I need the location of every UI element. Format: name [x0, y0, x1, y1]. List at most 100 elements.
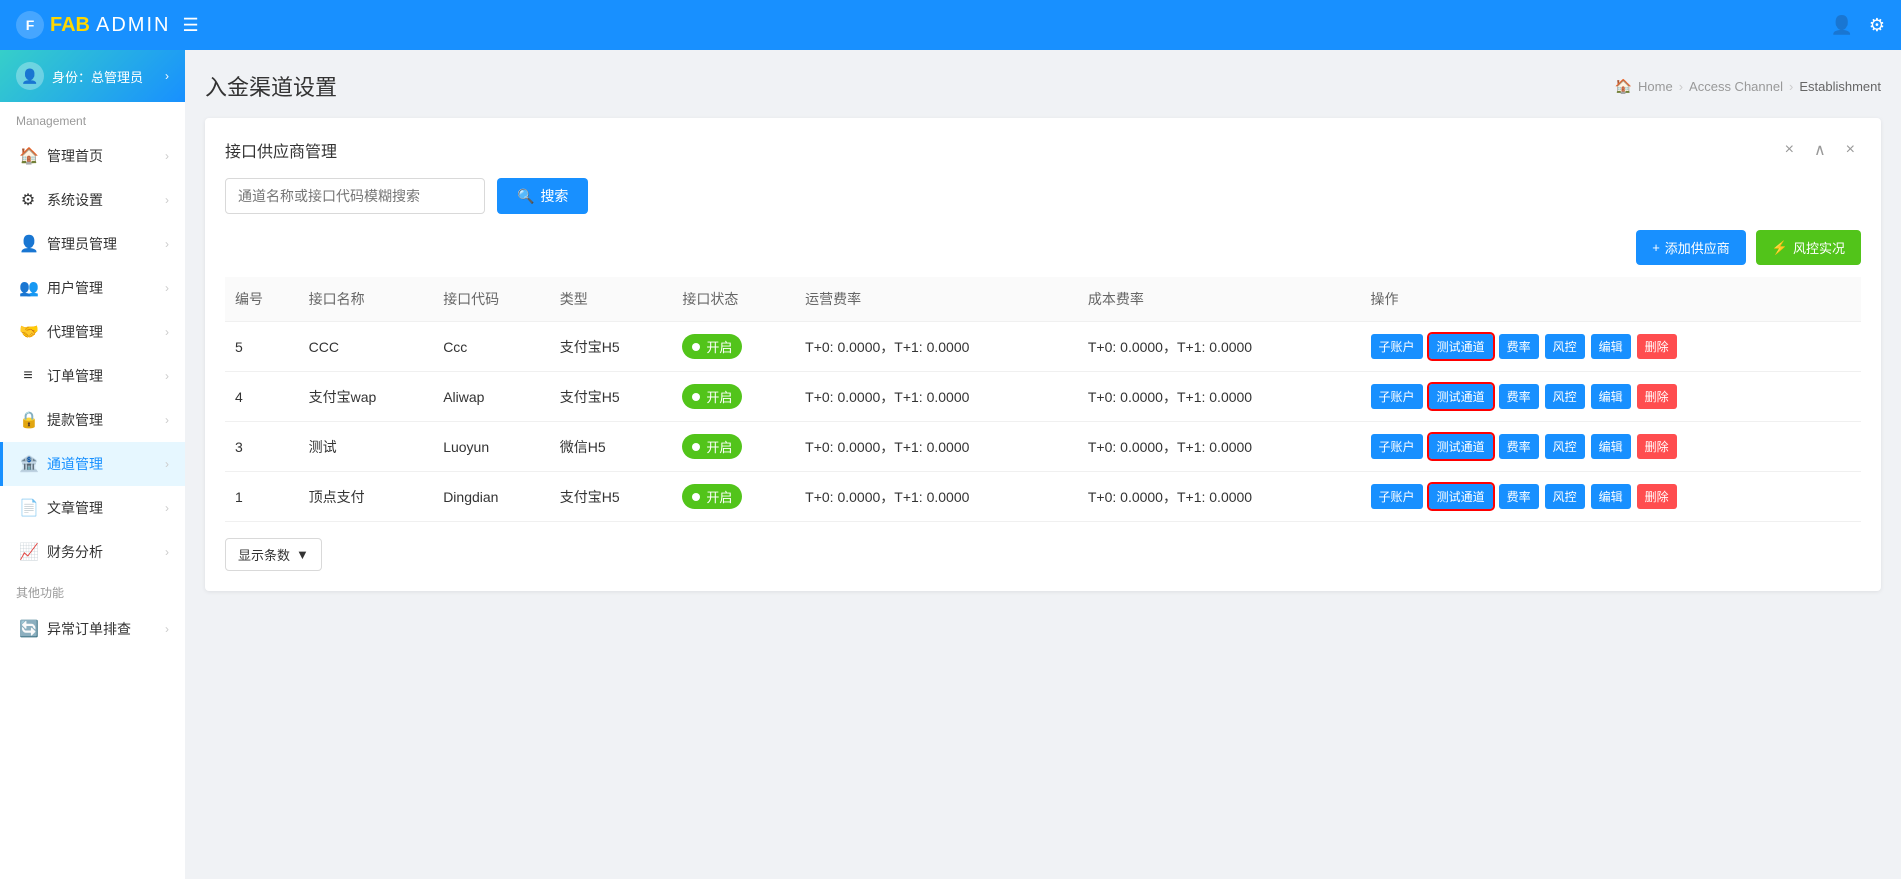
delete-button[interactable]: 删除 — [1637, 384, 1677, 409]
cell-id: 3 — [225, 422, 299, 472]
sidebar-item-agents[interactable]: 🤝 代理管理 › — [0, 310, 185, 354]
breadcrumb-sep2: › — [1789, 79, 1793, 94]
delete-button[interactable]: 删除 — [1637, 484, 1677, 509]
search-button[interactable]: 🔍 搜索 — [497, 178, 588, 214]
breadcrumb: 🏠 Home › Access Channel › Establishment — [1615, 78, 1881, 95]
table-header: 编号 接口名称 接口代码 类型 接口状态 运营费率 成本费率 操作 — [225, 277, 1861, 322]
sidebar-item-orders[interactable]: ≡ 订单管理 › — [0, 354, 185, 398]
card-header-actions: × ∧ × — [1779, 138, 1861, 162]
role-label: 身份：总管理员 — [52, 67, 143, 86]
system-icon: ⚙ — [19, 190, 37, 210]
test-channel-button[interactable]: 测试通道 — [1429, 434, 1493, 459]
breadcrumb-access-channel[interactable]: Access Channel — [1689, 79, 1783, 94]
role-arrow: › — [165, 69, 169, 83]
fee-button[interactable]: 费率 — [1499, 484, 1539, 509]
col-op-rate: 运营费率 — [795, 277, 1078, 322]
sidebar-label-system: 系统设置 — [47, 190, 103, 210]
menu-toggle-icon[interactable]: ☰ — [182, 15, 198, 36]
fee-button[interactable]: 费率 — [1499, 384, 1539, 409]
card-collapse-btn[interactable]: ∧ — [1808, 138, 1832, 162]
home-arrow: › — [165, 149, 169, 163]
main-content: 入金渠道设置 🏠 Home › Access Channel › Establi… — [185, 50, 1901, 879]
sidebar-role[interactable]: 👤 身份：总管理员 › — [0, 50, 185, 102]
action-btns: 子账户 测试通道 费率 风控 编辑 删除 — [1371, 484, 1851, 509]
sidebar-label-users: 用户管理 — [47, 278, 103, 298]
cell-op-rate: T+0: 0.0000，T+1: 0.0000 — [795, 422, 1078, 472]
cell-name: CCC — [299, 322, 434, 372]
sidebar-item-users[interactable]: 👥 用户管理 › — [0, 266, 185, 310]
risk-button[interactable]: 风控 — [1545, 384, 1585, 409]
sidebar-label-withdraw: 提款管理 — [47, 410, 103, 430]
status-dot — [692, 343, 700, 351]
edit-button[interactable]: 编辑 — [1591, 384, 1631, 409]
sidebar-item-abnormal[interactable]: 🔄 异常订单排查 › — [0, 607, 185, 651]
status-badge: 开启 — [682, 484, 742, 509]
pagination-row: 显示条数 ▼ — [225, 538, 1861, 571]
sub-account-button[interactable]: 子账户 — [1371, 434, 1423, 459]
monitor-icon: ⚡ — [1772, 240, 1788, 256]
finance-icon: 📈 — [19, 542, 37, 562]
cell-cost-rate: T+0: 0.0000，T+1: 0.0000 — [1078, 372, 1361, 422]
dropdown-icon: ▼ — [296, 547, 309, 562]
breadcrumb-home[interactable]: Home — [1638, 79, 1673, 94]
sidebar-item-finance[interactable]: 📈 财务分析 › — [0, 530, 185, 574]
sub-account-button[interactable]: 子账户 — [1371, 384, 1423, 409]
test-channel-button[interactable]: 测试通道 — [1429, 334, 1493, 359]
sub-account-button[interactable]: 子账户 — [1371, 334, 1423, 359]
cell-code: Ccc — [433, 322, 550, 372]
sidebar-item-articles[interactable]: 📄 文章管理 › — [0, 486, 185, 530]
sidebar-label-finance: 财务分析 — [47, 542, 103, 562]
cell-cost-rate: T+0: 0.0000，T+1: 0.0000 — [1078, 422, 1361, 472]
test-channel-button[interactable]: 测试通道 — [1429, 384, 1493, 409]
cell-cost-rate: T+0: 0.0000，T+1: 0.0000 — [1078, 472, 1361, 522]
fee-button[interactable]: 费率 — [1499, 334, 1539, 359]
logo-icon: F — [16, 11, 44, 39]
breadcrumb-sep1: › — [1679, 79, 1683, 94]
search-input[interactable] — [225, 178, 485, 214]
test-channel-button[interactable]: 测试通道 — [1429, 484, 1493, 509]
sidebar-label-agents: 代理管理 — [47, 322, 103, 342]
settings-icon[interactable]: ⚙ — [1869, 15, 1885, 36]
card-close-btn[interactable]: × — [1840, 138, 1861, 162]
navbar: F FAB ADMIN ☰ 👤 ⚙ — [0, 0, 1901, 50]
sidebar-item-admins[interactable]: 👤 管理员管理 › — [0, 222, 185, 266]
cell-op-rate: T+0: 0.0000，T+1: 0.0000 — [795, 322, 1078, 372]
card-minimize-btn[interactable]: × — [1779, 138, 1800, 162]
monitor-button[interactable]: ⚡ 风控实况 — [1756, 230, 1861, 265]
delete-button[interactable]: 删除 — [1637, 334, 1677, 359]
page-title: 入金渠道设置 — [205, 70, 337, 102]
sidebar: 👤 身份：总管理员 › Management 🏠 管理首页 › ⚙ 系统设置 ›… — [0, 50, 185, 879]
orders-icon: ≡ — [19, 367, 37, 385]
risk-button[interactable]: 风控 — [1545, 484, 1585, 509]
cell-id: 5 — [225, 322, 299, 372]
risk-button[interactable]: 风控 — [1545, 334, 1585, 359]
action-row: + 添加供应商 ⚡ 风控实况 — [225, 230, 1861, 265]
cell-op-rate: T+0: 0.0000，T+1: 0.0000 — [795, 472, 1078, 522]
edit-button[interactable]: 编辑 — [1591, 434, 1631, 459]
cell-status: 开启 — [672, 322, 795, 372]
edit-button[interactable]: 编辑 — [1591, 334, 1631, 359]
sidebar-item-withdraw[interactable]: 🔒 提款管理 › — [0, 398, 185, 442]
sidebar-item-channels[interactable]: 🏦 通道管理 › — [0, 442, 185, 486]
sidebar-item-home[interactable]: 🏠 管理首页 › — [0, 134, 185, 178]
add-supplier-button[interactable]: + 添加供应商 — [1636, 230, 1746, 265]
show-count-button[interactable]: 显示条数 ▼ — [225, 538, 322, 571]
user-icon[interactable]: 👤 — [1830, 15, 1852, 36]
sub-account-button[interactable]: 子账户 — [1371, 484, 1423, 509]
action-btns: 子账户 测试通道 费率 风控 编辑 删除 — [1371, 384, 1851, 409]
show-count-label: 显示条数 — [238, 545, 290, 564]
cell-name: 顶点支付 — [299, 472, 434, 522]
fee-button[interactable]: 费率 — [1499, 434, 1539, 459]
table-row: 5 CCC Ccc 支付宝H5 开启 T+0: 0.0000，T+1: 0.00… — [225, 322, 1861, 372]
risk-button[interactable]: 风控 — [1545, 434, 1585, 459]
logo-admin: ADMIN — [96, 14, 170, 37]
search-button-label: 搜索 — [540, 186, 568, 206]
col-type: 类型 — [550, 277, 673, 322]
delete-button[interactable]: 删除 — [1637, 434, 1677, 459]
status-badge: 开启 — [682, 334, 742, 359]
channels-icon: 🏦 — [19, 454, 37, 474]
table-body: 5 CCC Ccc 支付宝H5 开启 T+0: 0.0000，T+1: 0.00… — [225, 322, 1861, 522]
sidebar-role-left: 👤 身份：总管理员 — [16, 62, 143, 90]
sidebar-item-system[interactable]: ⚙ 系统设置 › — [0, 178, 185, 222]
edit-button[interactable]: 编辑 — [1591, 484, 1631, 509]
